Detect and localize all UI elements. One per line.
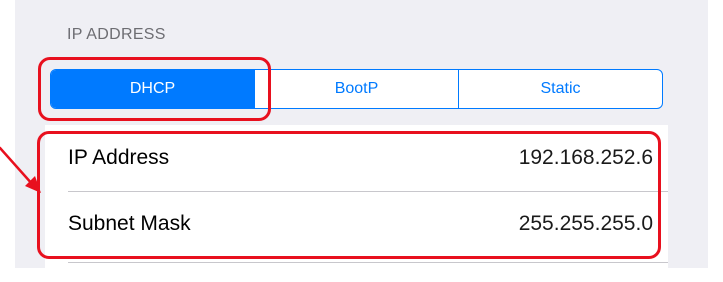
section-header: IP ADDRESS	[67, 26, 166, 43]
settings-screenshot: IP ADDRESS DHCP BootP Static IP Address …	[0, 0, 723, 282]
ip-address-label: IP Address	[68, 146, 170, 169]
ip-fields-table: IP Address 192.168.252.6 Subnet Mask 255…	[45, 125, 668, 268]
segment-bootp[interactable]: BootP	[254, 70, 458, 108]
ip-address-row[interactable]: IP Address 192.168.252.6	[45, 125, 668, 191]
ip-mode-segmented-control: DHCP BootP Static	[50, 69, 663, 109]
segment-static[interactable]: Static	[458, 70, 662, 108]
subnet-mask-label: Subnet Mask	[68, 212, 191, 235]
subnet-mask-value: 255.255.255.0	[518, 212, 653, 235]
row-separator	[68, 262, 668, 263]
subnet-mask-row[interactable]: Subnet Mask 255.255.255.0	[45, 191, 668, 257]
ip-address-value: 192.168.252.6	[518, 146, 653, 169]
segment-dhcp[interactable]: DHCP	[51, 70, 254, 108]
